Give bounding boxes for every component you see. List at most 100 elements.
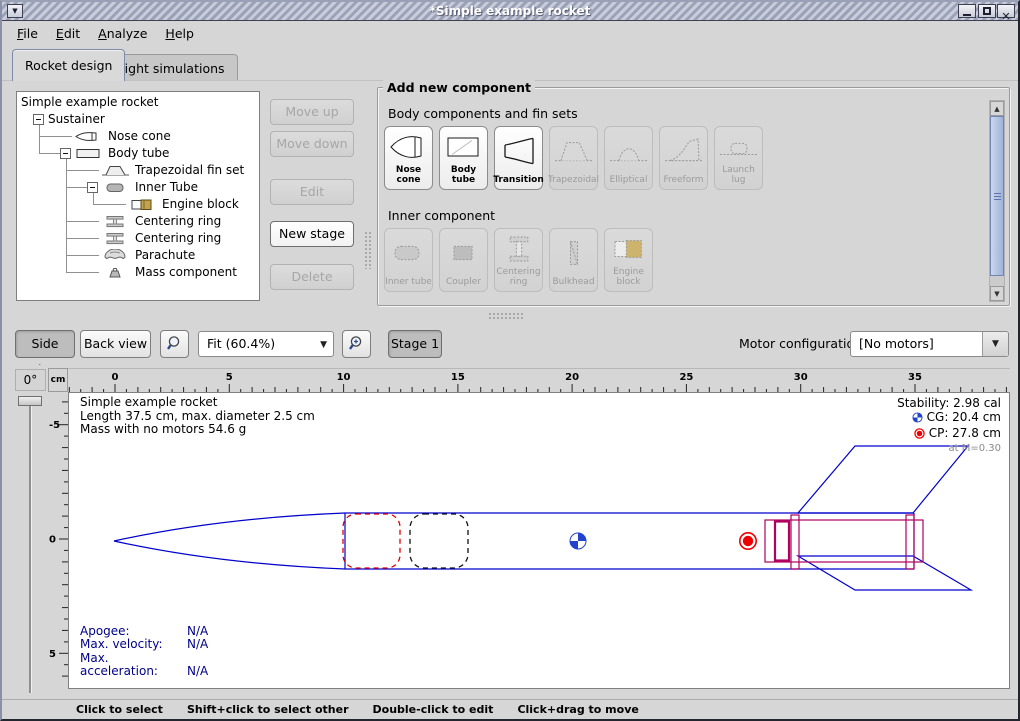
- component-button-label: Inner tube: [385, 278, 432, 292]
- component-button-label: Trapezoidal: [548, 176, 599, 190]
- status-hint: Double-click to edit: [373, 703, 494, 716]
- tree-item-mass-component[interactable]: Mass component: [17, 264, 259, 281]
- tree-item-centering-ring[interactable]: Centering ring: [17, 213, 259, 230]
- tree-item-body-tube[interactable]: Body tube: [17, 145, 259, 162]
- tree-item-nose-cone[interactable]: Nose cone: [17, 128, 259, 145]
- rocket-canvas[interactable]: Simple example rocket Length 37.5 cm, ma…: [68, 392, 1010, 689]
- flight-info-row: Max. velocity:N/A: [80, 638, 208, 651]
- elliptical-icon: [605, 127, 652, 176]
- zoom-out-button[interactable]: [160, 330, 189, 358]
- transition-icon: [495, 127, 542, 176]
- svg-text:25: 25: [679, 372, 693, 383]
- motor-configuration-label: Motor configuration:: [739, 336, 866, 351]
- add-elliptical-button[interactable]: Elliptical: [604, 126, 653, 190]
- zoom-in-button[interactable]: [342, 330, 371, 358]
- stage-1-toggle[interactable]: Stage 1: [388, 330, 442, 358]
- svg-text:0: 0: [49, 535, 56, 546]
- cp-value: CP: 27.8 cm: [929, 426, 1001, 440]
- motor-configuration-select[interactable]: [No motors] ▼: [850, 331, 1009, 357]
- component-tree[interactable]: Simple example rocket SustainerNose cone B…: [16, 91, 260, 301]
- menu-help[interactable]: Help: [156, 24, 203, 43]
- tree-item-trapezoidal-fin-set[interactable]: Trapezoidal fin set: [17, 162, 259, 179]
- chevron-down-icon[interactable]: ▼: [982, 332, 1008, 356]
- tab-rocket-design[interactable]: Rocket design: [12, 49, 125, 81]
- tree-item-label: Simple example rocket: [21, 95, 158, 109]
- edit-button[interactable]: Edit: [270, 179, 354, 205]
- tree-item-parachute[interactable]: Parachute: [17, 247, 259, 264]
- bodytube-icon: [74, 147, 104, 160]
- stability-value: Stability: 2.98 cal: [897, 396, 1001, 410]
- tree-expander-icon[interactable]: [87, 182, 98, 193]
- title-bar[interactable]: ▼ *Simple example rocket ✕: [2, 2, 1018, 21]
- bodytube-icon: [440, 127, 487, 166]
- tree-item-engine-block[interactable]: Engine block: [17, 196, 259, 213]
- window-title: *Simple example rocket: [2, 4, 1018, 18]
- add-body-tube-button[interactable]: Body tube: [439, 126, 488, 190]
- maximize-button[interactable]: [978, 4, 996, 18]
- tree-item-sustainer[interactable]: Sustainer: [17, 111, 259, 128]
- tree-expander-icon[interactable]: [60, 148, 71, 159]
- section-label: Body components and fin sets: [388, 106, 578, 121]
- delete-button[interactable]: Delete: [270, 264, 354, 290]
- add-freeform-button[interactable]: Freeform: [659, 126, 708, 190]
- status-hint: Shift+click to select other: [187, 703, 349, 716]
- stability-info: Stability: 2.98 cal CG: 20.4 cm CP: 27.8…: [897, 396, 1001, 456]
- vertical-splitter-handle[interactable]: [364, 231, 373, 269]
- cg-icon: [912, 412, 923, 426]
- scroll-up-icon[interactable]: ▲: [990, 101, 1004, 116]
- tree-item-inner-tube[interactable]: Inner Tube: [17, 179, 259, 196]
- tree-item-label: Centering ring: [135, 231, 221, 245]
- centeringring-icon: [495, 229, 542, 268]
- add-inner-tube-button[interactable]: Inner tube: [384, 228, 433, 292]
- tree-item-label: Body tube: [108, 146, 169, 160]
- move-up-button[interactable]: Move up: [270, 99, 354, 125]
- component-button-label: Body tube: [440, 166, 487, 189]
- scroll-down-icon[interactable]: ▼: [990, 286, 1004, 301]
- tree-expander-icon[interactable]: [33, 114, 44, 125]
- design-pane: Simple example rocketSustainerNose coneB…: [2, 80, 1018, 308]
- coupler-icon: [440, 229, 487, 278]
- minimize-button[interactable]: [958, 4, 976, 18]
- tree-item-simple-example-rocket[interactable]: Simple example rocket: [17, 94, 259, 111]
- add-centering-ring-button[interactable]: Centering ring: [494, 228, 543, 292]
- component-button-label: Coupler: [446, 278, 481, 292]
- app-window: ▼ *Simple example rocket ✕ FileEditAnaly…: [0, 0, 1020, 721]
- side-view-button[interactable]: Side view: [15, 330, 75, 358]
- add-engine-block-button[interactable]: Engine block: [604, 228, 653, 292]
- finset-icon: [101, 164, 131, 177]
- back-view-button[interactable]: Back view: [80, 330, 151, 358]
- flight-info-value: N/A: [187, 664, 208, 678]
- svg-text:5: 5: [49, 649, 56, 660]
- scroll-thumb[interactable]: [990, 116, 1004, 276]
- add-transition-button[interactable]: Transition: [494, 126, 543, 190]
- tree-item-centering-ring[interactable]: Centering ring: [17, 230, 259, 247]
- tree-item-label: Parachute: [135, 248, 195, 262]
- tree-item-label: Nose cone: [108, 129, 171, 143]
- new-stage-button[interactable]: New stage: [270, 221, 354, 247]
- flight-info-label: Max. velocity:: [80, 638, 187, 651]
- add-nose-cone-button[interactable]: Nose cone: [384, 126, 433, 190]
- splitter-handle[interactable]: [488, 312, 524, 320]
- rotation-slider-handle[interactable]: [18, 396, 42, 406]
- menu-edit[interactable]: Edit: [47, 24, 89, 43]
- component-button-label: Elliptical: [610, 176, 648, 190]
- rocket-drawing: [69, 393, 1009, 688]
- mach-note: at M=0.30: [897, 442, 1001, 456]
- rotation-slider-track[interactable]: [29, 405, 31, 693]
- rocket-info: Simple example rocket Length 37.5 cm, ma…: [80, 396, 315, 437]
- horizontal-splitter[interactable]: [2, 308, 1018, 324]
- tree-item-label: Centering ring: [135, 214, 221, 228]
- svg-text:30: 30: [794, 372, 808, 383]
- add-bulkhead-button[interactable]: Bulkhead: [549, 228, 598, 292]
- svg-text:15: 15: [451, 372, 465, 383]
- menu-file[interactable]: File: [8, 24, 47, 43]
- add-launch-lug-button[interactable]: Launch lug: [714, 126, 763, 190]
- menu-analyze[interactable]: Analyze: [89, 24, 156, 43]
- flight-info-label: Max. acceleration:: [80, 652, 187, 678]
- add-coupler-button[interactable]: Coupler: [439, 228, 488, 292]
- zoom-select[interactable]: Fit (60.4%) ▼: [198, 331, 334, 357]
- move-down-button[interactable]: Move down: [270, 131, 354, 157]
- add-trapezoidal-button[interactable]: Trapezoidal: [549, 126, 598, 190]
- close-button[interactable]: ✕: [997, 4, 1015, 18]
- scrollbar[interactable]: ▲ ▼: [989, 100, 1005, 302]
